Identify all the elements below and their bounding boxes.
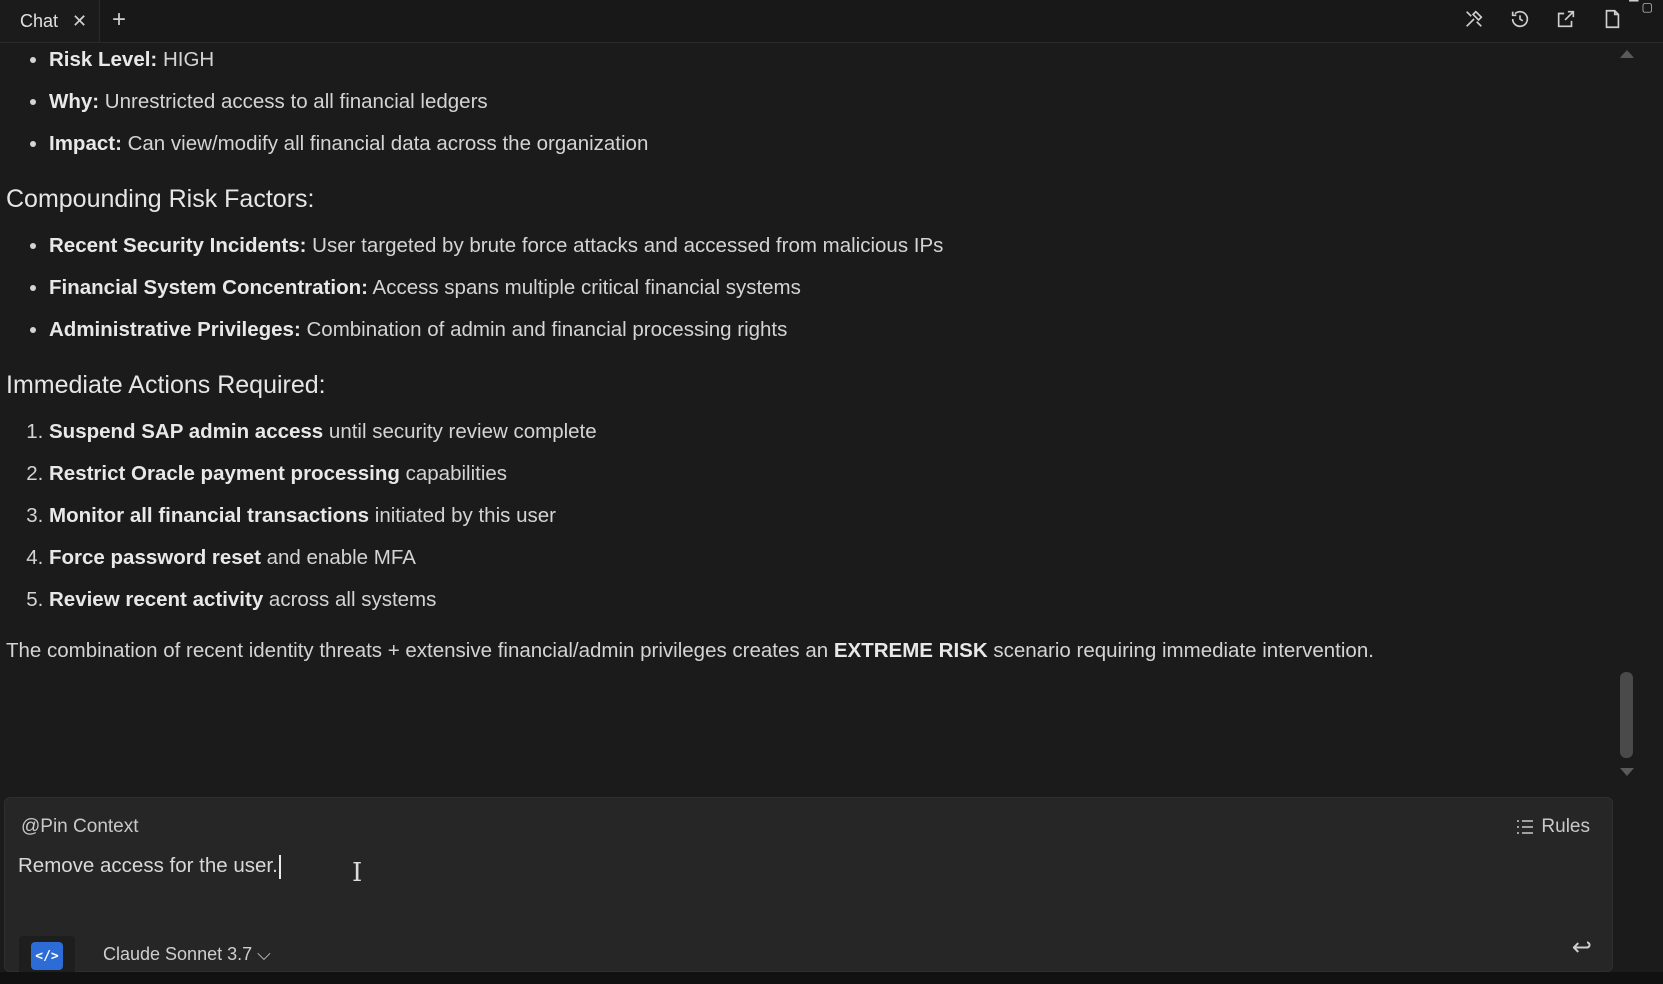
- tab-chat-label: Chat: [20, 10, 59, 31]
- actions-list: Suspend SAP admin access until security …: [6, 414, 1606, 624]
- list-item-text: HIGH: [157, 48, 215, 71]
- list-item: Force password reset and enable MFA: [49, 540, 1606, 582]
- list-item: Suspend SAP admin access until security …: [49, 414, 1606, 456]
- code-mode-button[interactable]: </>: [19, 936, 75, 976]
- tab-bar: Chat ✕ + ▔ ▢: [0, 0, 1663, 43]
- list-item-label: Why:: [49, 90, 100, 113]
- list-item: Impact: Can view/modify all financial da…: [49, 126, 1606, 168]
- rules-button[interactable]: Rules: [1515, 816, 1590, 838]
- scroll-down-arrow[interactable]: [1620, 768, 1634, 776]
- list-item: Risk Level: HIGH: [49, 42, 1606, 84]
- model-name-label: Claude Sonnet 3.7: [103, 944, 253, 964]
- document-icon[interactable]: [1601, 8, 1623, 30]
- assistant-message: Risk Level: HIGH Why: Unrestricted acces…: [6, 42, 1606, 666]
- list-item-text: User targeted by brute force attacks and…: [306, 234, 944, 257]
- list-check-icon: [1517, 820, 1534, 834]
- list-item: Restrict Oracle payment processing capab…: [49, 456, 1606, 498]
- risk-list: Risk Level: HIGH Why: Unrestricted acces…: [6, 42, 1606, 168]
- list-item-text: across all systems: [263, 588, 437, 611]
- tools-icon[interactable]: [1463, 8, 1485, 30]
- history-icon[interactable]: [1509, 8, 1531, 30]
- open-external-icon[interactable]: [1555, 8, 1577, 30]
- send-icon[interactable]: ↩: [1572, 933, 1592, 962]
- compounding-list: Recent Security Incidents: User targeted…: [6, 228, 1606, 354]
- list-item-label: Force password reset: [49, 546, 261, 569]
- summary-paragraph: The combination of recent identity threa…: [6, 636, 1606, 666]
- list-item: Administrative Privileges: Combination o…: [49, 312, 1606, 354]
- add-tab-icon[interactable]: +: [112, 6, 126, 34]
- list-item-text: Access spans multiple critical financial…: [367, 276, 801, 299]
- summary-emphasis: EXTREME RISK: [833, 639, 988, 662]
- list-item-text: until security review complete: [323, 420, 597, 443]
- scrollbar-thumb[interactable]: [1620, 672, 1633, 758]
- chevron-down-icon: ⌵: [257, 944, 271, 964]
- list-item-text: initiated by this user: [369, 504, 556, 527]
- text-caret: [278, 854, 281, 879]
- summary-text-end: scenario requiring immediate interventio…: [987, 639, 1374, 662]
- chat-input[interactable]: Remove access for the user.: [18, 854, 1418, 879]
- close-icon[interactable]: ✕: [72, 11, 87, 32]
- list-item-label: Financial System Concentration:: [49, 276, 368, 299]
- list-item: Why: Unrestricted access to all financia…: [49, 84, 1606, 126]
- list-item-label: Restrict Oracle payment processing: [49, 462, 400, 485]
- model-selector[interactable]: Claude Sonnet 3.7 ⌵: [103, 944, 271, 965]
- pin-context-button[interactable]: @Pin Context: [21, 816, 139, 838]
- rules-label: Rules: [1541, 816, 1590, 837]
- list-item-label: Monitor all financial transactions: [49, 504, 370, 527]
- chat-input-value: Remove access for the user.: [18, 854, 278, 877]
- list-item-text: Unrestricted access to all financial led…: [99, 90, 488, 113]
- list-item-label: Review recent activity: [49, 588, 264, 611]
- code-icon: </>: [31, 942, 63, 970]
- scroll-up-arrow[interactable]: [1620, 50, 1634, 58]
- toolbar-icons: [1463, 8, 1623, 30]
- list-item-label: Suspend SAP admin access: [49, 420, 324, 443]
- list-item-text: Can view/modify all financial data acros…: [121, 132, 649, 155]
- list-item: Monitor all financial transactions initi…: [49, 498, 1606, 540]
- list-item-label: Recent Security Incidents:: [49, 234, 307, 257]
- chat-composer: @Pin Context Rules Remove access for the…: [4, 797, 1613, 976]
- summary-text: The combination of recent identity threa…: [6, 639, 834, 662]
- list-item-label: Risk Level:: [49, 48, 158, 71]
- heading-immediate-actions: Immediate Actions Required:: [6, 371, 326, 399]
- tab-chat[interactable]: Chat ✕: [0, 0, 100, 42]
- list-item-text: capabilities: [399, 462, 508, 485]
- bottom-strip: [0, 972, 1663, 984]
- list-item-text: Combination of admin and financial proce…: [300, 318, 788, 341]
- window-controls[interactable]: ▔ ▢: [1629, 0, 1653, 14]
- list-item: Financial System Concentration: Access s…: [49, 270, 1606, 312]
- list-item-text: and enable MFA: [260, 546, 416, 569]
- list-item-label: Administrative Privileges:: [49, 318, 301, 341]
- list-item: Review recent activity across all system…: [49, 582, 1606, 624]
- text-cursor-icon: I: [352, 858, 363, 888]
- heading-compounding-risk: Compounding Risk Factors:: [6, 185, 315, 213]
- list-item-label: Impact:: [49, 132, 122, 155]
- list-item: Recent Security Incidents: User targeted…: [49, 228, 1606, 270]
